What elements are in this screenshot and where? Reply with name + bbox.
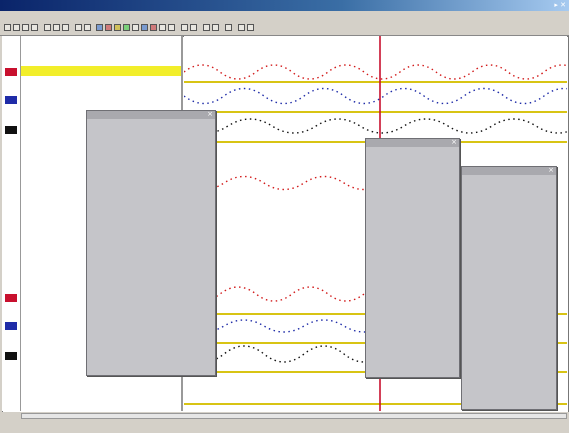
print-icon[interactable] (31, 24, 38, 31)
trace-blue-icon[interactable] (96, 24, 103, 31)
red-trace (184, 64, 567, 80)
title-bar: ▸ ✕ (0, 0, 569, 11)
run-icon[interactable] (150, 24, 157, 31)
cursor-values-panel[interactable]: × (365, 138, 460, 378)
cursor-icon[interactable] (132, 24, 139, 31)
properties-panel[interactable]: × (86, 110, 216, 376)
zoom-in-icon[interactable] (75, 24, 82, 31)
indicator-red[interactable] (5, 294, 17, 302)
new-file-icon[interactable] (4, 24, 11, 31)
close-icon[interactable]: × (451, 138, 457, 146)
black-trace (184, 118, 567, 134)
band-yellow-icon[interactable] (114, 24, 121, 31)
paste-icon[interactable] (62, 24, 69, 31)
find-icon[interactable] (225, 24, 232, 31)
indicator-red[interactable] (5, 68, 17, 76)
next-icon[interactable] (203, 24, 210, 31)
help-icon[interactable] (247, 24, 254, 31)
stop-icon[interactable] (159, 24, 166, 31)
close-icon[interactable]: × (548, 166, 554, 174)
trace-green-icon[interactable] (123, 24, 130, 31)
indicator-black[interactable] (5, 352, 17, 360)
settings-icon[interactable] (238, 24, 245, 31)
marker-list-panel[interactable]: × (461, 166, 557, 410)
marker-icon[interactable] (141, 24, 148, 31)
step-icon[interactable] (168, 24, 175, 31)
indicator-black[interactable] (5, 126, 17, 134)
blue-trace (184, 87, 567, 105)
save-icon[interactable] (22, 24, 29, 31)
first-icon[interactable] (181, 24, 188, 31)
signal-indicator-column (2, 36, 21, 411)
horizontal-scrollbar[interactable] (21, 413, 567, 419)
window-controls[interactable]: ▸ ✕ (554, 1, 566, 9)
prev-icon[interactable] (190, 24, 197, 31)
panel-title-bar[interactable]: × (87, 110, 215, 119)
zoom-out-icon[interactable] (84, 24, 91, 31)
indicator-blue[interactable] (5, 96, 17, 104)
menu-bar (0, 11, 569, 21)
cut-icon[interactable] (44, 24, 51, 31)
indicator-blue[interactable] (5, 322, 17, 330)
panel-title-bar[interactable]: × (366, 138, 459, 147)
trace-red-icon[interactable] (105, 24, 112, 31)
toolbar (0, 21, 569, 36)
last-icon[interactable] (212, 24, 219, 31)
open-file-icon[interactable] (13, 24, 20, 31)
close-icon[interactable]: × (207, 110, 213, 118)
selected-row-highlight (21, 66, 181, 76)
panel-title-bar[interactable]: × (462, 166, 556, 175)
copy-icon[interactable] (53, 24, 60, 31)
